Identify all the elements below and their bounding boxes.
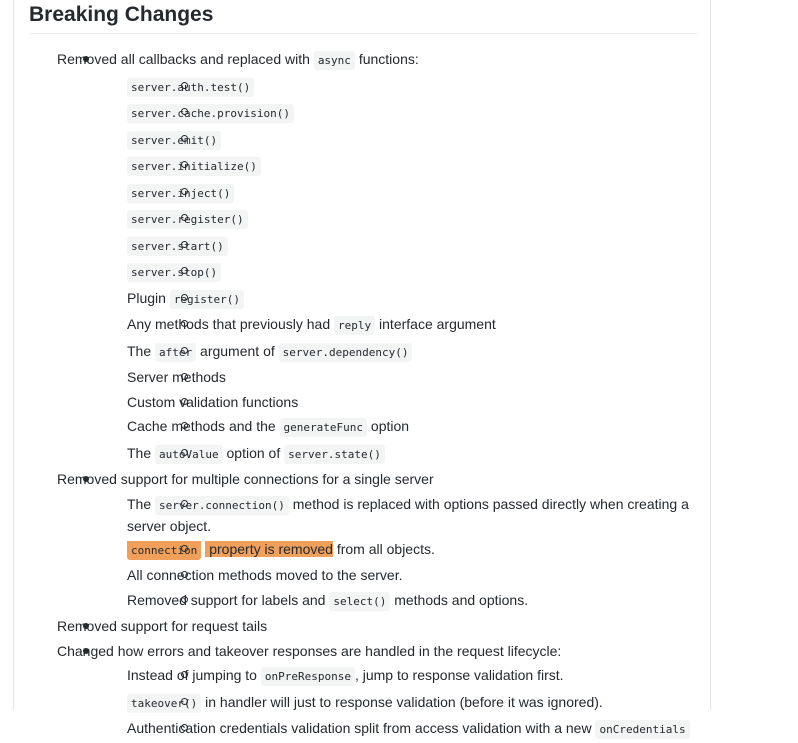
inline-code: after xyxy=(155,342,197,362)
sub-list-item: server.register() xyxy=(57,206,704,233)
sub-list-item: server.initialize() xyxy=(57,153,704,180)
markdown-body: Breaking Changes Removed all callbacks a… xyxy=(13,0,711,739)
sub-list-item: Authentication credentials validation sp… xyxy=(57,716,704,743)
sub-list-item: server.stop() xyxy=(57,259,704,286)
inline-code: server.emit() xyxy=(127,130,222,150)
sub-list-item: Cache methods and the generateFunc optio… xyxy=(57,414,704,441)
inline-code: server.state() xyxy=(284,444,385,464)
sub-list-item: The autoValue option of server.state() xyxy=(57,441,704,468)
inline-code: server.inject() xyxy=(127,183,235,203)
inline-code: async xyxy=(313,51,355,70)
inline-code: server.stop() xyxy=(127,263,222,282)
list-item: Removed all callbacks and replaced with … xyxy=(14,47,704,467)
sub-list-item: Any methods that previously had reply in… xyxy=(57,312,704,339)
inline-code: onCredentials xyxy=(595,720,690,739)
sub-list-item: The after argument of server.dependency(… xyxy=(57,339,704,366)
inline-code: generateFunc xyxy=(279,418,368,437)
breaking-changes-list: Removed all callbacks and replaced with … xyxy=(14,47,704,743)
inline-code: server.initialize() xyxy=(127,157,261,176)
sub-list-item: Custom validation functions xyxy=(57,390,704,415)
section-heading: Breaking Changes xyxy=(29,0,697,34)
inline-code: server.dependency() xyxy=(278,342,413,362)
inline-code: autoValue xyxy=(155,444,223,464)
sub-list-item: Plugin register() xyxy=(57,286,704,313)
inline-code: server.connection() xyxy=(155,495,289,515)
inline-code: server.cache.provision() xyxy=(127,104,294,123)
inline-code: register() xyxy=(169,289,245,309)
sub-list-item: Removed support for labels and select() … xyxy=(57,588,704,615)
sub-list-item: server.inject() xyxy=(57,180,704,207)
inline-code: server.start() xyxy=(127,236,228,256)
inline-code: reply xyxy=(334,316,376,335)
inline-code: server.auth.test() xyxy=(127,77,255,97)
sub-list-item: All connection methods moved to the serv… xyxy=(57,563,704,588)
inline-code: onPreResponse xyxy=(260,667,355,686)
sub-list-item: server.start() xyxy=(57,233,704,260)
sub-list-item: takeover() in handler will just to respo… xyxy=(57,690,704,717)
sub-list-item: server.cache.provision() xyxy=(57,100,704,127)
inline-code: server.register() xyxy=(127,210,248,229)
inline-code: select() xyxy=(329,591,391,611)
list-item: Changed how errors and takeover response… xyxy=(14,639,704,743)
sub-list-item: Instead of jumping to onPreResponse, jum… xyxy=(57,663,704,690)
sub-list-item: Server methods xyxy=(57,365,704,390)
sub-list-item: server.emit() xyxy=(57,127,704,154)
list-item: Removed support for multiple connections… xyxy=(14,467,704,614)
list-item: Removed support for request tails xyxy=(14,614,704,639)
inline-code: takeover() xyxy=(127,693,202,713)
search-highlight: property is removed xyxy=(205,540,333,557)
sub-list-item: server.auth.test() xyxy=(57,74,704,101)
inline-code: connection xyxy=(127,540,202,560)
sub-list-item: connection property is removed from all o… xyxy=(57,537,704,564)
search-highlight: connection xyxy=(127,540,202,560)
sub-list-item: The server.connection() method is replac… xyxy=(57,492,704,537)
